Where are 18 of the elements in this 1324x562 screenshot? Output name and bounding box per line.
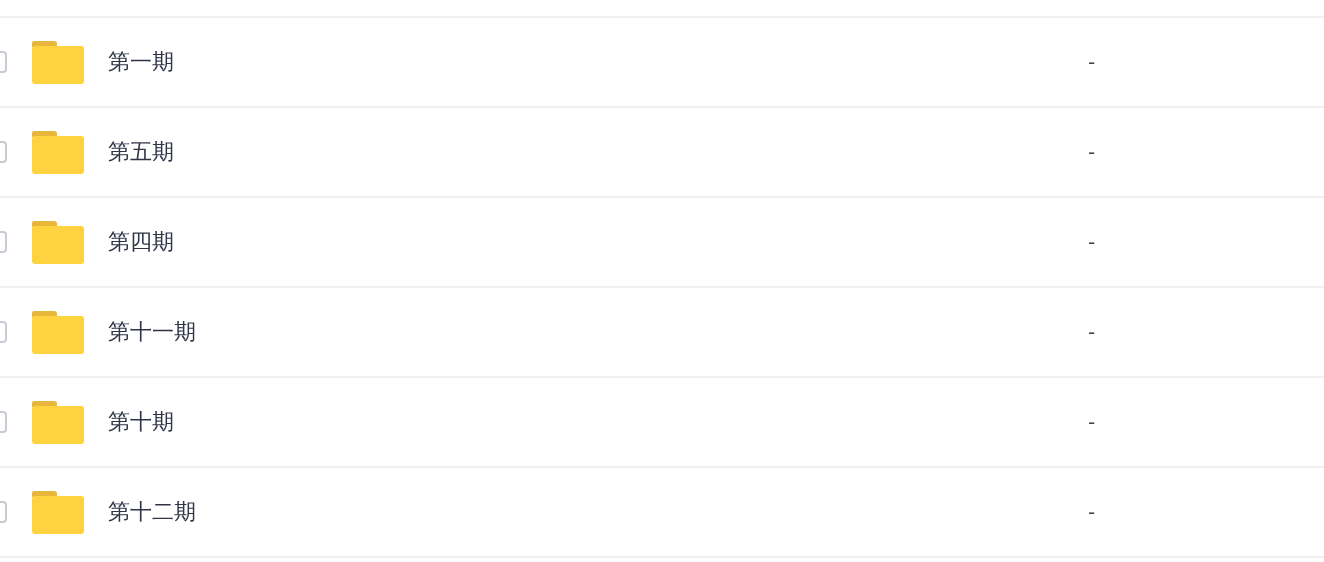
table-cell: -: [1088, 320, 1096, 344]
table-cell: -: [1088, 410, 1096, 434]
table-cell: -: [1088, 500, 1096, 524]
table-cell: -: [1088, 230, 1096, 254]
folder-icon: [32, 220, 84, 264]
folder-name[interactable]: 第十二期: [108, 497, 1088, 527]
folder-icon: [32, 310, 84, 354]
folder-icon: [32, 400, 84, 444]
folder-icon: [32, 490, 84, 534]
folder-name[interactable]: 第五期: [108, 137, 1088, 167]
table-cell: -: [1088, 50, 1096, 74]
folder-name[interactable]: 第四期: [108, 227, 1088, 257]
folder-name[interactable]: 第十一期: [108, 317, 1088, 347]
folder-icon: [32, 40, 84, 84]
table-cell: -: [1088, 140, 1096, 164]
folder-name[interactable]: 第十期: [108, 407, 1088, 437]
folder-name[interactable]: 第一期: [108, 47, 1088, 77]
folder-icon: [32, 130, 84, 174]
